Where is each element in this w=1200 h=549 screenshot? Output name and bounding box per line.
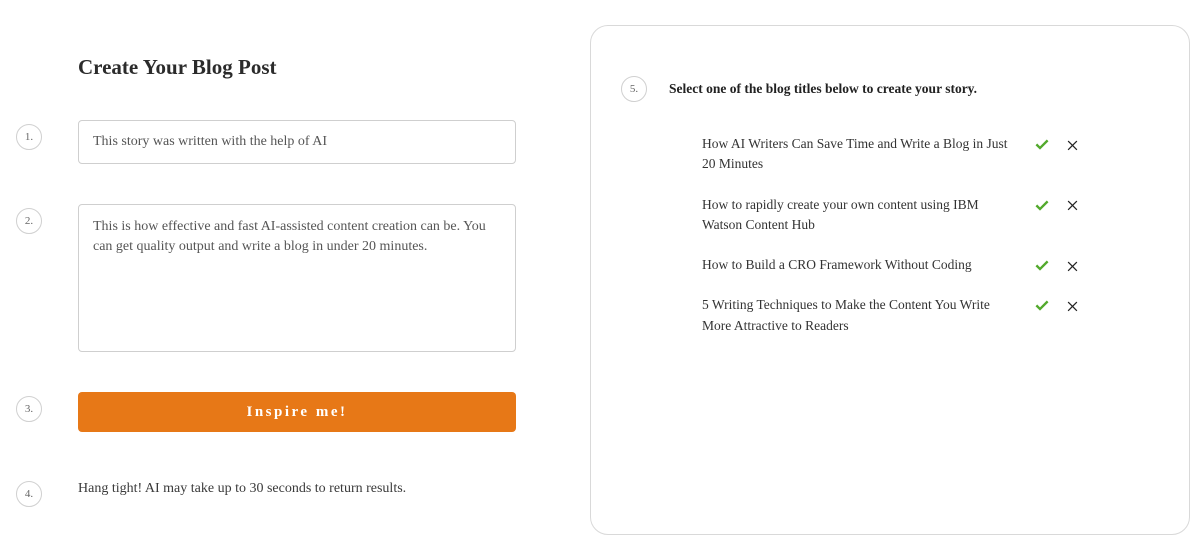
left-panel: Create Your Blog Post 1. 2. 3. Inspire m… <box>0 0 590 549</box>
suggestion-row: How to rapidly create your own content u… <box>702 195 1159 236</box>
close-icon[interactable] <box>1062 257 1082 273</box>
suggestions-card: 5. Select one of the blog titles below t… <box>590 25 1190 535</box>
suggestion-actions <box>1032 297 1082 313</box>
select-title: Select one of the blog titles below to c… <box>669 81 977 97</box>
suggestion-list: How AI Writers Can Save Time and Write a… <box>702 134 1159 336</box>
check-icon[interactable] <box>1032 136 1052 152</box>
suggestion-actions <box>1032 136 1082 152</box>
suggestion-row: How AI Writers Can Save Time and Write a… <box>702 134 1159 175</box>
check-icon[interactable] <box>1032 197 1052 213</box>
suggestion-row: How to Build a CRO Framework Without Cod… <box>702 255 1159 275</box>
step-badge-4: 4. <box>16 481 42 507</box>
suggestion-text[interactable]: 5 Writing Techniques to Make the Content… <box>702 295 1032 336</box>
title-input[interactable] <box>78 120 516 164</box>
close-icon[interactable] <box>1062 136 1082 152</box>
page-title: Create Your Blog Post <box>78 55 570 80</box>
check-icon[interactable] <box>1032 257 1052 273</box>
wait-message: Hang tight! AI may take up to 30 seconds… <box>78 481 406 497</box>
check-icon[interactable] <box>1032 297 1052 313</box>
suggestion-actions <box>1032 257 1082 273</box>
suggestion-actions <box>1032 197 1082 213</box>
step-badge-5: 5. <box>621 76 647 102</box>
suggestion-text[interactable]: How to rapidly create your own content u… <box>702 195 1032 236</box>
close-icon[interactable] <box>1062 297 1082 313</box>
step-badge-1: 1. <box>16 124 42 150</box>
suggestion-text[interactable]: How to Build a CRO Framework Without Cod… <box>702 255 1032 275</box>
inspire-button[interactable]: Inspire me! <box>78 392 516 432</box>
suggestion-row: 5 Writing Techniques to Make the Content… <box>702 295 1159 336</box>
step-badge-3: 3. <box>16 396 42 422</box>
suggestion-text[interactable]: How AI Writers Can Save Time and Write a… <box>702 134 1032 175</box>
step-badge-2: 2. <box>16 208 42 234</box>
close-icon[interactable] <box>1062 197 1082 213</box>
right-panel: 5. Select one of the blog titles below t… <box>590 0 1190 549</box>
description-textarea[interactable] <box>78 204 516 352</box>
